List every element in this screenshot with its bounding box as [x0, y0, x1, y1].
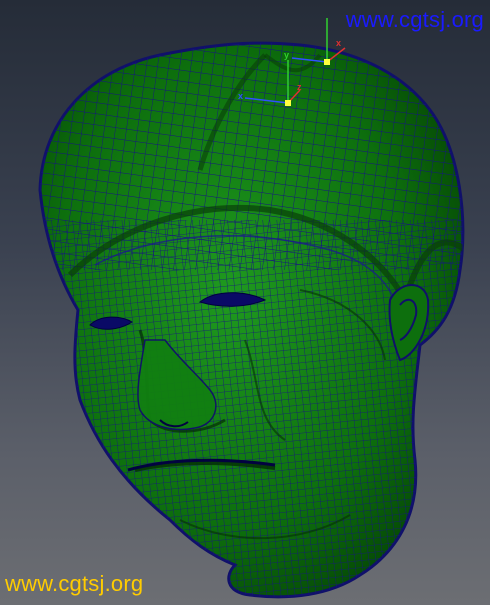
axis-label-y: y — [284, 50, 289, 60]
ear — [388, 284, 430, 362]
axis-label-x: x — [336, 38, 341, 48]
watermark-top: www.cgtsj.org — [345, 7, 484, 32]
axis-label-x-center: x — [238, 91, 243, 101]
head-mesh[interactable] — [0, 0, 490, 605]
watermark-bottom: www.cgtsj.org — [5, 571, 144, 596]
scene: x y z x — [0, 0, 490, 605]
axis-label-z: z — [297, 82, 302, 92]
3d-viewport[interactable]: x y z x www.cgtsj.org www.cgtsj.org — [0, 0, 490, 605]
